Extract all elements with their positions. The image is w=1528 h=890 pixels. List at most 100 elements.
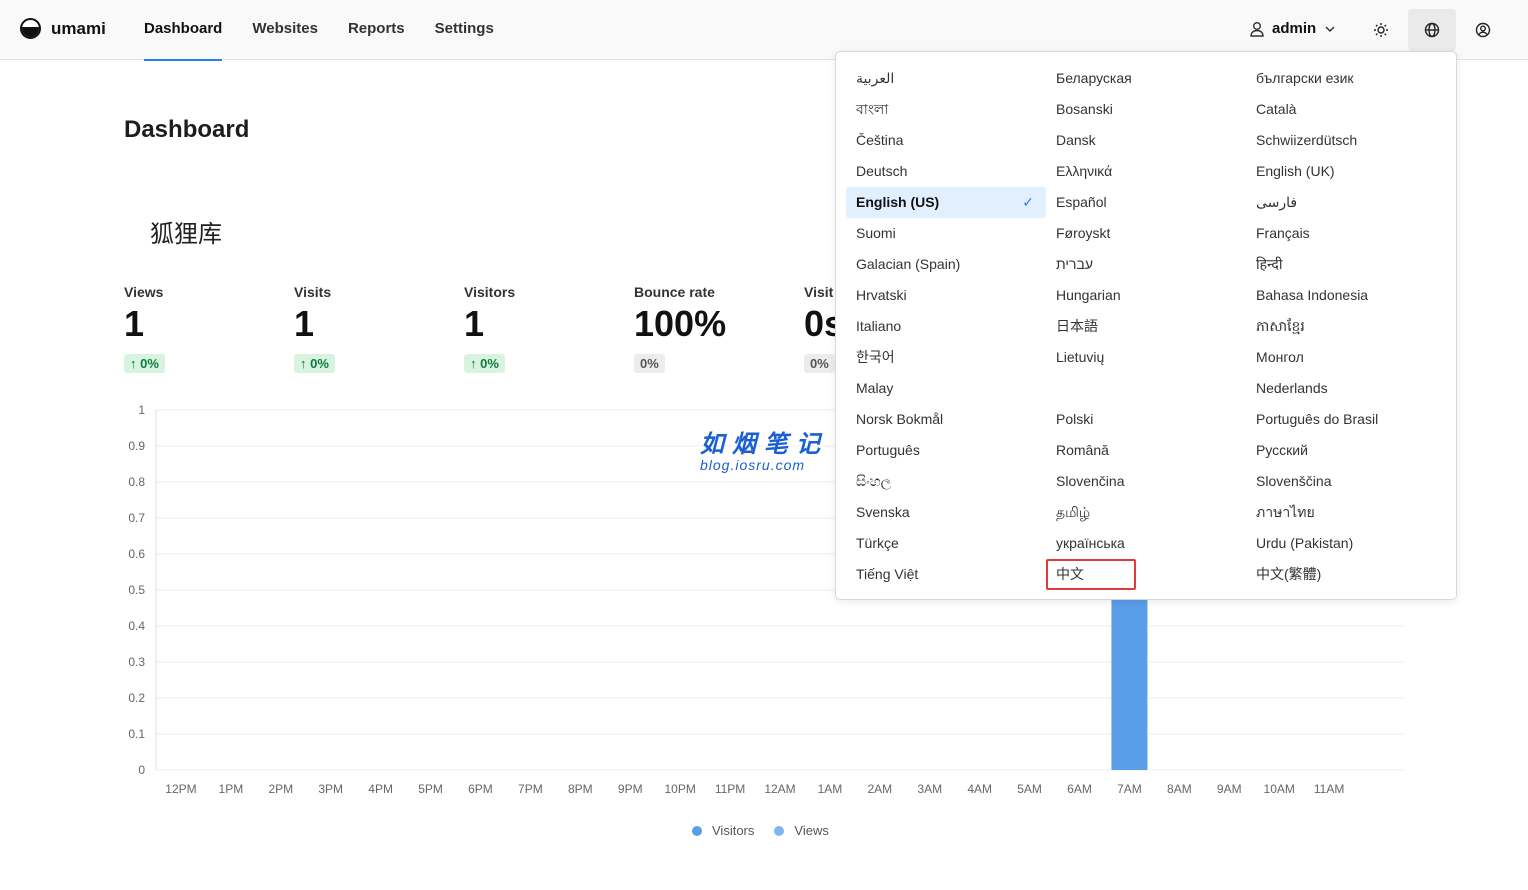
nav-settings[interactable]: Settings xyxy=(435,0,494,60)
language-option-label: فارسی xyxy=(1256,194,1298,210)
language-option[interactable]: 中文 xyxy=(1046,559,1136,590)
language-option[interactable]: 日本語 xyxy=(1046,311,1246,342)
language-option[interactable]: Slovenčina xyxy=(1046,466,1246,497)
nav-websites[interactable]: Websites xyxy=(252,0,318,60)
legend-views[interactable]: Views xyxy=(774,823,829,838)
language-option[interactable]: Монгол xyxy=(1246,342,1446,373)
profile-button[interactable] xyxy=(1459,9,1507,51)
x-tick-label: 8PM xyxy=(568,782,593,796)
y-tick-label: 0.9 xyxy=(128,439,145,453)
theme-toggle-button[interactable] xyxy=(1357,9,1405,51)
language-option[interactable]: Français xyxy=(1246,218,1446,249)
nav-dashboard[interactable]: Dashboard xyxy=(144,0,223,61)
language-option[interactable]: Português xyxy=(846,435,1046,466)
language-option[interactable]: Português do Brasil xyxy=(1246,404,1446,435)
language-option-label: Русский xyxy=(1256,442,1308,458)
language-option[interactable]: Malay xyxy=(846,373,1046,404)
language-option[interactable]: Føroyskt xyxy=(1046,218,1246,249)
language-option[interactable]: Tiếng Việt xyxy=(846,559,1046,590)
x-tick-label: 12AM xyxy=(764,782,795,796)
check-icon: ✓ xyxy=(1022,194,1034,210)
language-option-label: 한국어 xyxy=(856,349,895,365)
x-tick-label: 6AM xyxy=(1067,782,1092,796)
language-option[interactable]: Norsk Bokmål xyxy=(846,404,1046,435)
language-option[interactable]: Schwiizerdütsch xyxy=(1246,125,1446,156)
language-option[interactable]: বাংলা xyxy=(846,94,1046,125)
metric-visits: Visits 1 ↑ 0% xyxy=(294,284,335,373)
language-option-label: Slovenščina xyxy=(1256,473,1332,489)
language-option-label: Hrvatski xyxy=(856,287,907,303)
language-option[interactable]: हिन्दी xyxy=(1246,249,1446,280)
x-tick-label: 11PM xyxy=(715,782,745,796)
app-name: umami xyxy=(51,18,106,38)
language-option-label: Nederlands xyxy=(1256,380,1328,396)
y-tick-label: 0.6 xyxy=(128,547,145,561)
language-option[interactable]: Русский xyxy=(1246,435,1446,466)
language-option[interactable]: Italiano xyxy=(846,311,1046,342)
language-option-label: English (US) xyxy=(856,194,940,210)
x-tick-label: 4PM xyxy=(368,782,393,796)
metric-value: 1 xyxy=(464,303,485,344)
language-option-label: Română xyxy=(1056,442,1109,458)
user-menu-button[interactable]: admin xyxy=(1250,20,1336,37)
language-option[interactable]: български език xyxy=(1246,63,1446,94)
language-option[interactable]: Polski xyxy=(1046,404,1246,435)
language-option[interactable]: Hrvatski xyxy=(846,280,1046,311)
language-option[interactable]: Ελληνικά xyxy=(1046,156,1246,187)
page-title: Dashboard xyxy=(124,116,250,143)
language-option[interactable]: Nederlands xyxy=(1246,373,1446,404)
language-option[interactable]: فارسی xyxy=(1246,187,1446,218)
language-option[interactable]: ภาษาไทย xyxy=(1246,497,1446,528)
language-option[interactable]: العربية xyxy=(846,63,1046,94)
x-tick-label: 4AM xyxy=(967,782,992,796)
language-option[interactable]: Dansk xyxy=(1046,125,1246,156)
app-logo[interactable]: umami xyxy=(20,18,106,39)
x-tick-label: 12PM xyxy=(165,782,196,796)
legend-visitors-label: Visitors xyxy=(712,823,755,838)
language-option[interactable]: Slovenščina xyxy=(1246,466,1446,497)
language-option[interactable]: English (UK) xyxy=(1246,156,1446,187)
metric-views: Views 1 ↑ 0% xyxy=(124,284,165,373)
language-option-label: български език xyxy=(1256,70,1354,86)
language-option[interactable]: ភាសាខ្មែរ xyxy=(1246,311,1446,342)
language-option-label: Hungarian xyxy=(1056,287,1121,303)
metric-value: 1 xyxy=(124,303,145,344)
language-option-label: Português xyxy=(856,442,920,458)
language-option[interactable]: Català xyxy=(1246,94,1446,125)
language-option[interactable]: Беларуская xyxy=(1046,63,1246,94)
language-menu: العربية Беларуская български език বাংলা Bosa… xyxy=(835,51,1457,600)
language-option[interactable]: українська xyxy=(1046,528,1246,559)
language-option[interactable]: Čeština xyxy=(846,125,1046,156)
language-option-label: Ελληνικά xyxy=(1056,163,1113,179)
language-option[interactable]: Bosanski xyxy=(1046,94,1246,125)
language-option[interactable]: தமிழ் xyxy=(1046,497,1246,528)
language-option[interactable]: Bahasa Indonesia xyxy=(1246,280,1446,311)
language-option[interactable]: Galacian (Spain) xyxy=(846,249,1046,280)
language-option-label: සිංහල xyxy=(856,473,892,489)
language-option[interactable]: עברית xyxy=(1046,249,1246,280)
x-tick-label: 7AM xyxy=(1117,782,1142,796)
language-option[interactable]: Urdu (Pakistan) xyxy=(1246,528,1446,559)
language-option[interactable]: Türkçe xyxy=(846,528,1046,559)
language-option[interactable]: 中文(繁體) xyxy=(1246,559,1446,590)
language-option-label: Urdu (Pakistan) xyxy=(1256,535,1354,551)
language-option[interactable]: Deutsch xyxy=(846,156,1046,187)
language-option[interactable]: Svenska xyxy=(846,497,1046,528)
language-option-label: Svenska xyxy=(856,504,910,520)
language-option-label: Italiano xyxy=(856,318,902,334)
language-option[interactable]: Română xyxy=(1046,435,1246,466)
legend-visitors[interactable]: Visitors xyxy=(692,823,754,838)
language-option[interactable]: සිංහල xyxy=(846,466,1046,497)
language-option[interactable]: Suomi xyxy=(846,218,1046,249)
language-button[interactable] xyxy=(1408,9,1456,51)
language-option[interactable]: 한국어 xyxy=(846,342,1046,373)
language-option-label: தமிழ் xyxy=(1056,504,1091,520)
language-option[interactable]: English (US) ✓ xyxy=(846,187,1046,218)
language-option-label: Bahasa Indonesia xyxy=(1256,287,1369,303)
user-icon xyxy=(1250,21,1264,37)
language-option[interactable]: Lietuvių xyxy=(1046,342,1246,373)
nav-reports[interactable]: Reports xyxy=(348,0,405,60)
x-tick-label: 8AM xyxy=(1167,782,1192,796)
language-option[interactable]: Español xyxy=(1046,187,1246,218)
language-option[interactable]: Hungarian xyxy=(1046,280,1246,311)
